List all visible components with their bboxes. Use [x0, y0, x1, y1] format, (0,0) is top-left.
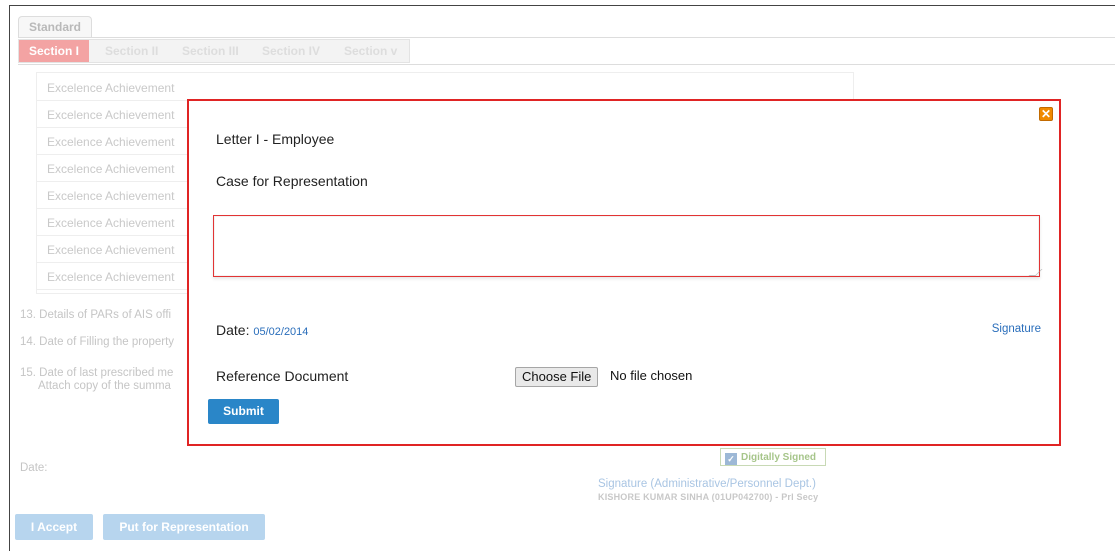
close-icon[interactable]: ✕	[1039, 107, 1053, 121]
submit-button[interactable]: Submit	[208, 399, 279, 424]
date-label: Date:	[20, 462, 48, 474]
accept-button[interactable]: I Accept	[15, 514, 93, 540]
dialog-title: Letter I - Employee	[216, 131, 335, 147]
case-for-representation-label: Case for Representation	[216, 173, 368, 189]
representation-textarea[interactable]	[213, 215, 1040, 277]
dialog-date-value: 05/02/2014	[253, 326, 309, 338]
tab-divider	[18, 37, 1115, 38]
tab-standard[interactable]: Standard	[18, 16, 92, 37]
choose-file-button[interactable]: Choose File	[515, 367, 599, 387]
digitally-signed-text: Digitally Signed	[741, 452, 817, 463]
representation-dialog: ✕ Letter I - Employee Case for Represent…	[187, 99, 1061, 446]
item-15-sub-label: Attach copy of the summa	[38, 380, 171, 392]
item-14-label: 14. Date of Filling the property	[20, 336, 175, 348]
signature-seal-icon: ✓	[725, 453, 737, 465]
table-row: Excelence Achievement	[37, 75, 853, 101]
signature-admin-label: Signature (Administrative/Personnel Dept…	[598, 478, 816, 490]
dialog-date-label: Date:	[216, 322, 250, 338]
section-divider	[18, 64, 1115, 65]
tab-section-4[interactable]: Section IV	[262, 40, 320, 62]
dialog-date-row: Date: 05/02/2014	[216, 322, 308, 338]
file-status-text: No file chosen	[610, 368, 693, 383]
digitally-signed-badge: ✓ Digitally Signed	[720, 448, 826, 466]
reference-document-label: Reference Document	[216, 368, 349, 384]
item-13-label: 13. Details of PARs of AIS offi	[20, 309, 172, 321]
tab-section-3[interactable]: Section III	[182, 40, 239, 62]
tab-section-5[interactable]: Section v	[344, 40, 397, 62]
tab-section-2[interactable]: Section II	[105, 40, 158, 62]
put-for-representation-button[interactable]: Put for Representation	[103, 514, 265, 540]
signature-link[interactable]: Signature	[992, 323, 1041, 335]
signer-name: KISHORE KUMAR SINHA (01UP042700) - Prl S…	[598, 492, 819, 502]
item-15-label: 15. Date of last prescribed me	[20, 367, 174, 379]
tab-section-1[interactable]: Section I	[19, 40, 90, 62]
section-tabs: Section I Section II Section III Section…	[18, 39, 410, 63]
